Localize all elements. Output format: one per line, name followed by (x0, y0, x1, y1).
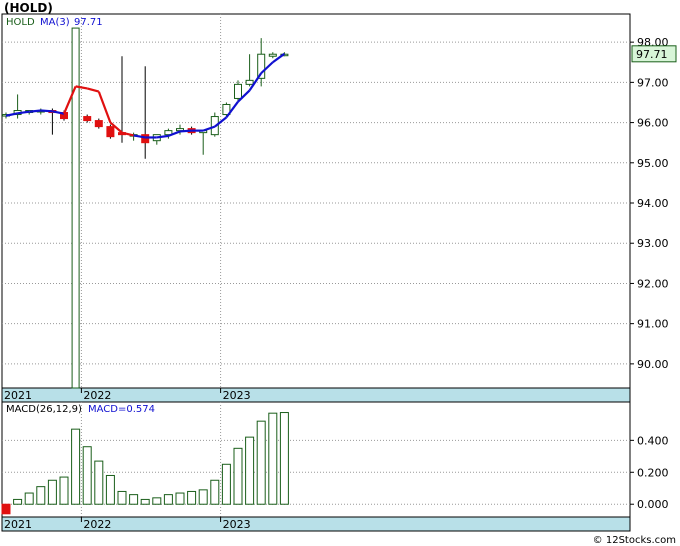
macd-bar (256, 420, 266, 505)
candle-body (94, 120, 103, 128)
macd-bar (198, 489, 208, 505)
macd-bar (47, 479, 57, 505)
macd-bar (175, 492, 185, 505)
candle-body (141, 134, 150, 144)
price-plot-area (1, 13, 631, 389)
macd-bar (245, 436, 255, 505)
macd-tick-label: 0.200 (637, 466, 669, 479)
macd-bar (82, 446, 92, 505)
ma-line-segment (29, 109, 41, 113)
candle-body (245, 79, 254, 85)
macd-bar (279, 412, 289, 505)
macd-bar (94, 460, 104, 505)
macd-bar (187, 490, 197, 505)
candle-body (234, 83, 242, 99)
candle-body (268, 53, 277, 57)
legend-ma-value: 97.71 (74, 17, 103, 28)
price-tick-label: 96.00 (637, 117, 669, 130)
legend-ma-label: MA(3) (40, 17, 70, 28)
macd-bar (221, 463, 231, 505)
price-panel: 98.0097.0096.0095.0094.0093.0092.0091.00… (1, 13, 677, 403)
macd-bar (105, 474, 115, 505)
legend-symbol: HOLD (6, 17, 35, 28)
price-tick-label: 92.00 (637, 277, 669, 290)
price-tick-label: 91.00 (637, 318, 669, 331)
macd-bar (24, 492, 34, 505)
candle-body (106, 126, 115, 138)
macd-bar (152, 497, 162, 505)
price-x-tick-label: 2021 (4, 389, 32, 402)
last-price-label: 97.71 (636, 48, 668, 61)
price-tick-label: 90.00 (637, 358, 669, 371)
macd-legend-label: MACD(26,12,9) (6, 404, 82, 415)
macd-bar (129, 494, 139, 505)
macd-bar (117, 490, 127, 505)
ma-line-segment (40, 109, 53, 113)
ma-line-segment (179, 129, 192, 133)
macd-x-tick-label: 2021 (4, 518, 32, 531)
copyright-text: © 12Stocks.com (592, 535, 676, 546)
candle-body (71, 27, 80, 389)
price-tick-label: 95.00 (637, 157, 669, 170)
price-x-tick-label: 2022 (83, 389, 111, 402)
macd-bar (140, 498, 150, 505)
macd-bar (36, 486, 46, 505)
macd-bar (13, 498, 23, 505)
macd-x-tick-label: 2023 (223, 518, 251, 531)
macd-bar (233, 447, 243, 505)
macd-x-tick-label: 2022 (83, 518, 111, 531)
macd-bar (1, 503, 11, 515)
price-tick-label: 93.00 (637, 237, 669, 250)
macd-bar (210, 479, 220, 505)
macd-bar (268, 412, 278, 505)
candle-body (83, 116, 92, 122)
macd-tick-label: 0.000 (637, 498, 669, 511)
macd-bar (71, 428, 81, 505)
price-tick-label: 94.00 (637, 197, 669, 210)
price-x-tick-label: 2023 (223, 389, 251, 402)
chart-canvas: 98.0097.0096.0095.0094.0093.0092.0091.00… (1, 13, 677, 532)
macd-legend-value: MACD=0.574 (88, 404, 155, 415)
macd-bar (163, 494, 173, 505)
macd-panel: 0.400 0.200 0.000 MACD(26,12,9) MACD=0.574 20… (1, 401, 669, 532)
macd-tick-label: 0.400 (637, 434, 669, 447)
macd-bar (59, 476, 69, 505)
price-tick-label: 97.00 (637, 76, 669, 89)
